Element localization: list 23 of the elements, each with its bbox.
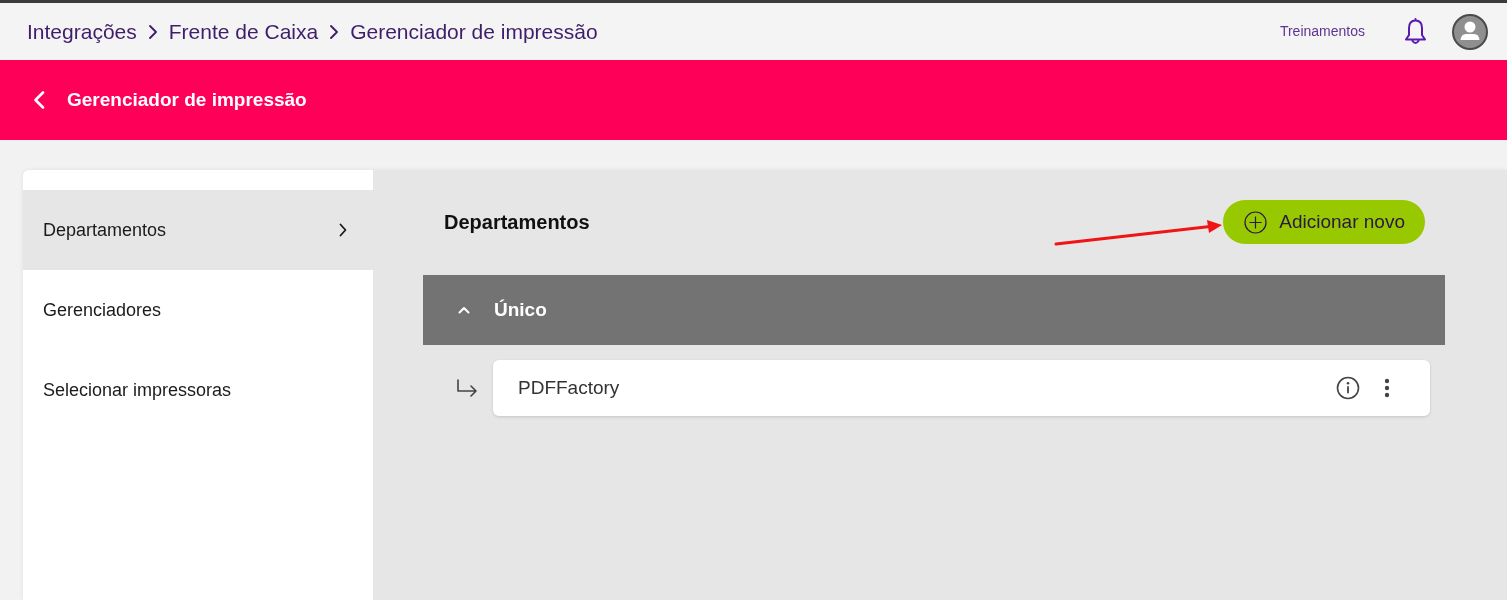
back-icon[interactable] bbox=[33, 91, 45, 109]
training-link[interactable]: Treinamentos bbox=[1279, 21, 1365, 42]
sidebar-item[interactable]: Selecionar impressoras bbox=[23, 350, 373, 430]
section-title: Departamentos bbox=[444, 210, 590, 234]
group-header[interactable]: Único bbox=[423, 275, 1445, 345]
breadcrumb-current: Gerenciador de impressão bbox=[350, 18, 598, 45]
page-title: Gerenciador de impressão bbox=[67, 88, 307, 112]
add-new-button[interactable]: Adicionar novo bbox=[1223, 200, 1425, 244]
chevron-up-icon bbox=[458, 306, 470, 314]
chevron-right-icon bbox=[330, 24, 339, 39]
more-options-icon[interactable] bbox=[1384, 378, 1390, 398]
child-arrow-icon bbox=[456, 379, 478, 397]
sidebar-item[interactable]: Departamentos bbox=[23, 190, 373, 270]
user-avatar-icon[interactable] bbox=[1452, 13, 1488, 50]
item-name: PDFFactory bbox=[518, 375, 620, 400]
breadcrumb-link[interactable]: Frente de Caixa bbox=[168, 15, 319, 48]
notification-bell-icon[interactable] bbox=[1404, 17, 1427, 46]
chevron-right-icon bbox=[148, 24, 157, 39]
breadcrumb-link[interactable]: Integrações bbox=[27, 15, 137, 48]
chevron-right-icon bbox=[339, 223, 347, 237]
info-icon[interactable] bbox=[1336, 376, 1360, 400]
plus-circle-icon bbox=[1244, 210, 1268, 234]
sidebar-item[interactable]: Gerenciadores bbox=[23, 270, 373, 350]
